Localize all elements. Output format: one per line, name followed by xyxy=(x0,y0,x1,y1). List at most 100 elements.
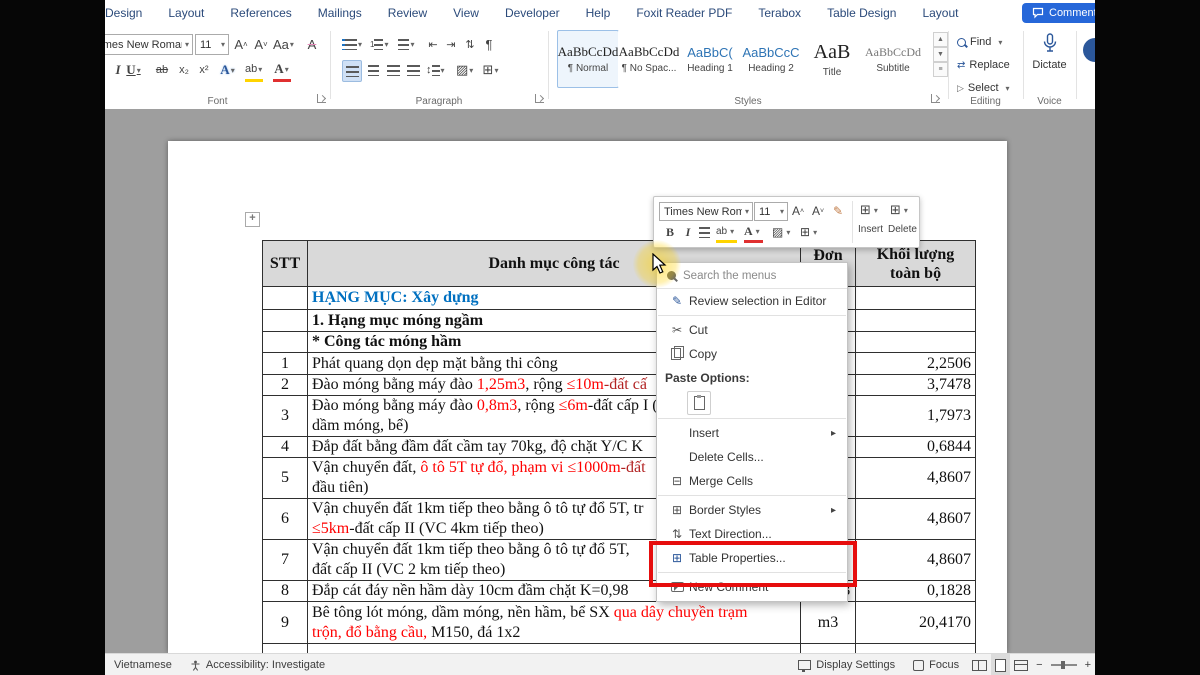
styles-scroll-down-button[interactable]: ▼ xyxy=(933,47,948,62)
format-painter-icon[interactable]: ✎ xyxy=(830,202,846,220)
style-card-no-spac[interactable]: AaBbCcDd¶ No Spac... xyxy=(618,30,680,88)
borders-button[interactable]: ⊞▾ xyxy=(482,60,500,80)
language-status[interactable]: Vietnamese xyxy=(105,654,181,675)
font-name-combo[interactable]: Times New Roman▾ xyxy=(105,34,193,55)
ribbon-tab-developer[interactable]: Developer xyxy=(492,6,573,20)
cell-stt[interactable] xyxy=(263,287,308,310)
justify-button[interactable] xyxy=(404,60,422,80)
cell-stt[interactable] xyxy=(263,310,308,332)
line-spacing-button[interactable]: ↕▾ xyxy=(426,60,446,80)
cell-qty[interactable] xyxy=(856,332,976,353)
menu-item-merge-cells[interactable]: ⊟Merge Cells xyxy=(657,469,847,493)
sort-button[interactable]: ⇅ xyxy=(461,34,479,54)
align-left-button[interactable] xyxy=(342,60,362,82)
multilevel-list-button[interactable]: ▾ xyxy=(398,34,416,54)
mini-italic-button[interactable]: I xyxy=(680,223,696,241)
cell-qty[interactable] xyxy=(856,287,976,310)
cell-stt[interactable]: 7 xyxy=(263,540,308,581)
cell-stt[interactable]: 5 xyxy=(263,458,308,499)
menu-item-cut[interactable]: ✂Cut xyxy=(657,318,847,342)
show-marks-button[interactable]: ¶ xyxy=(480,34,498,54)
focus-button[interactable]: Focus xyxy=(904,654,968,675)
menu-item-delete-cells[interactable]: Delete Cells... xyxy=(657,445,847,469)
align-right-button[interactable] xyxy=(384,60,402,80)
menu-item-copy[interactable]: Copy xyxy=(657,342,847,366)
cell-desc[interactable]: Bê tông lót móng, dầm móng, nền hầm, bể … xyxy=(308,602,801,644)
decrease-indent-button[interactable]: ⇤ xyxy=(424,34,442,54)
cell-qty[interactable]: 0,6844 xyxy=(856,437,976,458)
bullet-list-button[interactable]: ▾ xyxy=(342,34,363,54)
cell-stt[interactable] xyxy=(263,332,308,353)
cell-unit[interactable]: m3 xyxy=(801,602,856,644)
ribbon-tab-view[interactable]: View xyxy=(440,6,492,20)
ribbon-tab-terabox[interactable]: Terabox xyxy=(745,6,814,20)
header-stt[interactable]: STT xyxy=(263,241,308,287)
editor-button[interactable] xyxy=(1083,38,1095,62)
display-settings-button[interactable]: Display Settings xyxy=(789,654,904,675)
clear-formatting-button[interactable]: A xyxy=(303,34,321,54)
ribbon-tab-design[interactable]: Design xyxy=(105,6,155,20)
mini-delete-button[interactable]: ⊞▾ xyxy=(890,201,911,219)
style-card-subtitle[interactable]: AaBbCcDdSubtitle xyxy=(862,30,924,88)
styles-scroll-up-button[interactable]: ▲ xyxy=(933,32,948,47)
mini-insert-button[interactable]: ⊞▾ xyxy=(860,201,881,219)
cell-qty[interactable]: 4,8607 xyxy=(856,540,976,581)
font-dialog-launcher-icon[interactable] xyxy=(317,94,326,103)
mini-bold-button[interactable]: B xyxy=(662,223,678,241)
underline-button[interactable]: U▾ xyxy=(125,60,143,80)
cell-stt[interactable]: 2 xyxy=(263,375,308,396)
text-effects-button[interactable]: A▾ xyxy=(219,60,237,80)
cell-qty[interactable]: 4,8607 xyxy=(856,499,976,540)
cell-stt[interactable]: 4 xyxy=(263,437,308,458)
dictate-button[interactable]: Dictate xyxy=(1023,32,1076,71)
select-button[interactable]: ▷Select▾ xyxy=(957,79,1013,97)
ribbon-tab-references[interactable]: References xyxy=(217,6,304,20)
cell-qty[interactable] xyxy=(856,310,976,332)
mini-highlight-button[interactable]: ab▾ xyxy=(716,222,737,243)
table-move-handle[interactable]: + xyxy=(245,212,260,227)
mini-align-button[interactable] xyxy=(696,223,712,241)
ribbon-tab-mailings[interactable]: Mailings xyxy=(305,6,375,20)
align-center-button[interactable] xyxy=(364,60,382,80)
cell-stt[interactable]: 6 xyxy=(263,499,308,540)
menu-item-border-styles[interactable]: ⊞Border Styles▸ xyxy=(657,498,847,522)
cell-stt[interactable]: 1 xyxy=(263,353,308,375)
print-layout-button[interactable] xyxy=(991,654,1010,675)
styles-dialog-launcher-icon[interactable] xyxy=(931,94,940,103)
grow-font-button[interactable]: A˄ xyxy=(232,34,250,54)
style-card-title[interactable]: AaBTitle xyxy=(801,30,863,88)
cell-qty[interactable]: 1,7973 xyxy=(856,396,976,437)
style-card-normal[interactable]: AaBbCcDd¶ Normal xyxy=(557,30,619,88)
read-mode-button[interactable] xyxy=(968,654,991,675)
ribbon-tab-review[interactable]: Review xyxy=(375,6,440,20)
cell-qty[interactable]: 20,4170 xyxy=(856,602,976,644)
ribbon-tab-foxit-reader-pdf[interactable]: Foxit Reader PDF xyxy=(623,6,745,20)
increase-indent-button[interactable]: ⇥ xyxy=(442,34,460,54)
ribbon-tab-layout[interactable]: Layout xyxy=(155,6,217,20)
font-color-button[interactable]: A▾ xyxy=(273,59,291,82)
mini-font-size-combo[interactable]: 11▾ xyxy=(754,202,788,221)
subscript-button[interactable]: x₂ xyxy=(175,60,193,80)
ribbon-tab-table-design[interactable]: Table Design xyxy=(814,6,909,20)
numbered-list-button[interactable]: 1▾ xyxy=(370,34,389,54)
style-card-heading-1[interactable]: AaBbC(Heading 1 xyxy=(679,30,741,88)
zoom-slider[interactable] xyxy=(1051,664,1077,666)
cell-stt[interactable]: 3 xyxy=(263,396,308,437)
change-case-button[interactable]: Aa▾ xyxy=(273,34,295,54)
superscript-button[interactable]: x² xyxy=(195,60,213,80)
ribbon-tab-layout[interactable]: Layout xyxy=(909,6,971,20)
menu-search-input[interactable]: Search the menus xyxy=(657,263,847,289)
menu-item-insert[interactable]: Insert▸ xyxy=(657,421,847,445)
cell-stt[interactable]: 8 xyxy=(263,581,308,602)
work-items-table[interactable]: STT Danh mục công tác Đơn vị Khối lượng … xyxy=(262,240,976,656)
cell-qty[interactable]: 4,8607 xyxy=(856,458,976,499)
accessibility-status[interactable]: Accessibility: Investigate xyxy=(181,654,334,675)
mini-shrink-font-button[interactable]: A˅ xyxy=(810,202,826,220)
zoom-out-button[interactable]: − xyxy=(1032,654,1046,675)
highlight-color-button[interactable]: ab▾ xyxy=(245,59,263,82)
cell-qty[interactable]: 2,2506 xyxy=(856,353,976,375)
cell-qty[interactable]: 0,1828 xyxy=(856,581,976,602)
mini-font-color-button[interactable]: A▾ xyxy=(744,222,763,243)
strikethrough-button[interactable]: ab xyxy=(153,60,171,80)
mini-borders-button[interactable]: ⊞▾ xyxy=(800,223,820,241)
